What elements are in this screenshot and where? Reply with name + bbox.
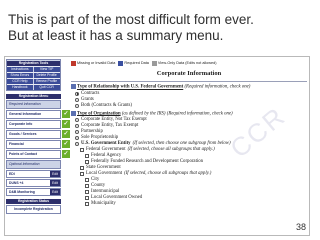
menu-item-label: Financial xyxy=(9,142,24,146)
legend-missing: Missing or Invalid Data xyxy=(71,60,115,66)
radio[interactable] xyxy=(75,103,79,108)
checkmark-icon: ✓ xyxy=(62,110,70,118)
registration-menu-header: Registration Menu xyxy=(6,94,61,99)
menu-item-financial[interactable]: Financial ✓ xyxy=(6,140,70,149)
required-icon xyxy=(71,110,76,116)
menu-item-dnb-monitoring: D&B Monitoring Edit xyxy=(6,188,61,196)
checkbox[interactable] xyxy=(85,154,89,159)
view-only-swatch-icon xyxy=(151,60,157,66)
checkbox[interactable] xyxy=(80,148,84,153)
menu-item-label: Goods / Services xyxy=(9,132,37,136)
checkmark-icon: ✓ xyxy=(62,150,70,158)
legend: Missing or Invalid Data Required Data Vi… xyxy=(71,59,307,67)
checkbox[interactable] xyxy=(85,202,89,207)
menu-item-label: General Information xyxy=(9,112,42,116)
missing-swatch-icon xyxy=(71,60,76,66)
radio[interactable] xyxy=(75,97,79,102)
tools-row: Show Errors Delete Profile xyxy=(7,72,60,78)
slide-title: This is part of the most difficult form … xyxy=(8,12,312,44)
radio[interactable] xyxy=(75,118,79,123)
registration-status-value: Incomplete Registration xyxy=(6,205,61,214)
page-title: Corporate Information xyxy=(156,70,222,77)
relationship-question: Type of Relationship with U.S. Federal G… xyxy=(71,84,307,91)
checkmark-icon: ✓ xyxy=(62,130,70,138)
checkbox[interactable] xyxy=(85,184,89,189)
checkbox[interactable] xyxy=(80,172,84,177)
required-info-label: Required Information xyxy=(6,100,61,109)
quit-ccr-button[interactable]: Quit CCR xyxy=(33,85,60,90)
instructions-button[interactable]: Instructions xyxy=(7,67,33,72)
radio[interactable] xyxy=(75,124,79,129)
tools-row: Handbook Quit CCR xyxy=(7,84,60,90)
registration-nav: Registration Tools Instructions View TIP… xyxy=(6,59,70,214)
option-both[interactable]: Both (Contracts & Grants) xyxy=(71,103,307,109)
tools-row: Instructions View TIP xyxy=(7,66,60,72)
edit-edi-button[interactable]: Edit xyxy=(50,171,60,177)
radio-selected[interactable] xyxy=(75,91,79,96)
checkbox[interactable] xyxy=(85,190,89,195)
menu-item-label: Points of Contact xyxy=(9,152,38,156)
menu-item-label: EDI xyxy=(7,171,50,177)
checkmark-icon: ✓ xyxy=(62,120,70,128)
renew-profile-button[interactable]: Renew Profile xyxy=(33,79,60,84)
checkbox[interactable] xyxy=(85,196,89,201)
tools-row: CCR Help Renew Profile xyxy=(7,78,60,84)
checkbox[interactable] xyxy=(85,160,89,165)
slide-title-line-1: This is part of the most difficult form … xyxy=(8,12,254,27)
show-errors-button[interactable]: Show Errors xyxy=(7,73,33,78)
registration-tools-panel: Registration Tools Instructions View TIP… xyxy=(6,59,61,91)
option-municipality[interactable]: Municipality xyxy=(71,201,307,207)
menu-item-label: Corporate Info xyxy=(9,122,33,126)
radio[interactable] xyxy=(75,142,79,147)
ccr-help-button[interactable]: CCR Help xyxy=(7,79,33,84)
view-tip-button[interactable]: View TIP xyxy=(33,67,60,72)
divider xyxy=(71,81,307,82)
legend-required: Required Data xyxy=(118,60,149,66)
checkmark-icon: ✓ xyxy=(62,140,70,148)
menu-item-goods-services[interactable]: Goods / Services ✓ xyxy=(6,130,70,139)
menu-item-corporate-info[interactable]: Corporate Info ✓ xyxy=(6,120,70,129)
menu-item-general-information[interactable]: General Information ✓ xyxy=(6,110,70,119)
menu-item-label: D&B Monitoring xyxy=(7,189,50,195)
checkbox[interactable] xyxy=(85,178,89,183)
form-screenshot: Registration Tools Instructions View TIP… xyxy=(4,56,310,236)
radio[interactable] xyxy=(75,136,79,141)
menu-item-duns4: DUNS +4 Edit xyxy=(6,179,61,187)
edit-duns4-button[interactable]: Edit xyxy=(50,180,60,186)
menu-item-label: DUNS +4 xyxy=(7,180,50,186)
organization-type-question: Type of Organization (as defined by the … xyxy=(71,110,307,118)
required-swatch-icon xyxy=(118,60,124,66)
handbook-button[interactable]: Handbook xyxy=(7,85,33,90)
radio[interactable] xyxy=(75,130,79,135)
checkbox[interactable] xyxy=(80,166,84,171)
registration-status-header: Registration Status xyxy=(6,199,61,204)
delete-profile-button[interactable]: Delete Profile xyxy=(33,73,60,78)
optional-info-label: Optional Information xyxy=(6,160,61,169)
menu-item-edi: EDI Edit xyxy=(6,170,61,178)
corporate-info-form: Missing or Invalid Data Required Data Vi… xyxy=(71,59,307,233)
legend-view-only: View-Only Data (Edits not allowed) xyxy=(151,60,217,66)
slide-title-line-2: But at least it has a summary menu. xyxy=(8,28,224,43)
required-icon xyxy=(71,84,76,89)
menu-item-points-of-contact[interactable]: Points of Contact ✓ xyxy=(6,150,70,159)
edit-dnb-button[interactable]: Edit xyxy=(50,189,60,195)
page-number: 38 xyxy=(295,222,306,232)
